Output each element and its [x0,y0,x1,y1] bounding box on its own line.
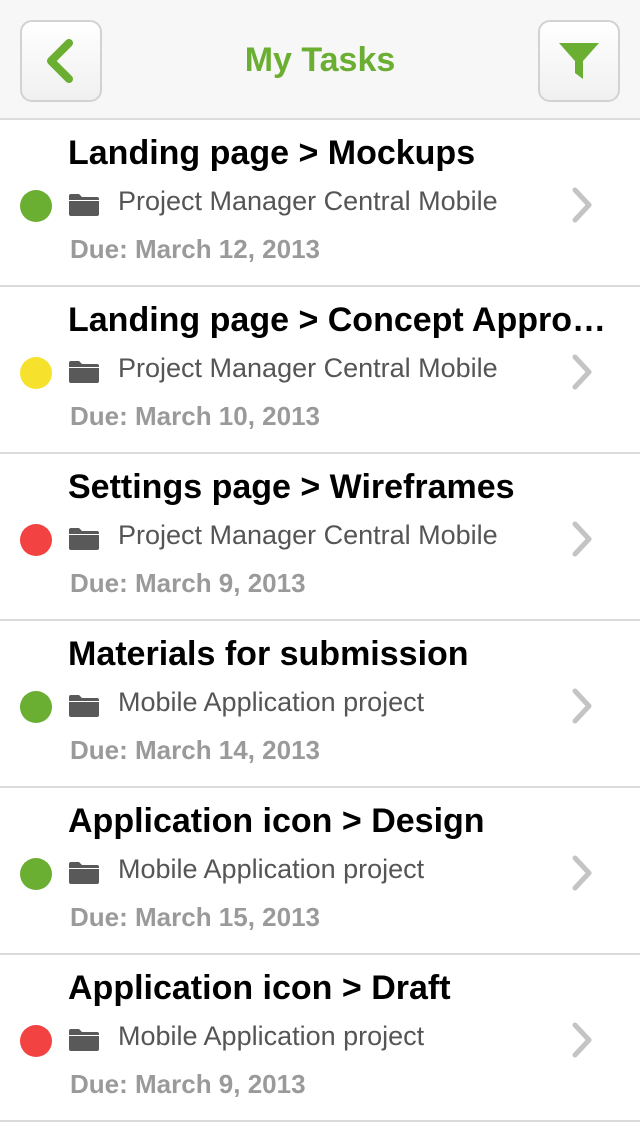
chevron-right-icon [572,1022,592,1058]
folder-icon [69,361,99,383]
task-row[interactable]: Landing page > Concept Approval Project … [0,287,640,454]
status-indicator [20,1025,52,1057]
folder-icon [69,194,99,216]
task-project: Mobile Application project [118,854,425,884]
back-button[interactable] [20,20,102,102]
task-project: Mobile Application project [118,687,425,717]
status-indicator [20,524,52,556]
folder-icon [69,528,99,550]
filter-button[interactable] [538,20,620,102]
folder-icon [69,1029,99,1051]
task-list: Landing page > Mockups Project Manager C… [0,120,640,1122]
chevron-right-icon [572,521,592,557]
navigation-bar: My Tasks [0,0,640,120]
task-title: Landing page > Mockups [68,134,476,172]
task-project: Project Manager Central Mobile [118,353,498,383]
folder-icon [69,862,99,884]
task-due-date: Due: March 14, 2013 [70,735,321,765]
chevron-right-icon [572,855,592,891]
task-due-date: Due: March 9, 2013 [70,1069,306,1099]
task-title: Settings page > Wireframes [68,468,515,506]
task-row[interactable]: Application icon > Design Mobile Applica… [0,788,640,955]
funnel-icon [559,43,599,79]
folder-icon [69,695,99,717]
task-row[interactable]: Landing page > Mockups Project Manager C… [0,120,640,287]
status-indicator [20,357,52,389]
page-title: My Tasks [244,40,396,79]
task-due-date: Due: March 10, 2013 [70,401,321,431]
status-indicator [20,858,52,890]
status-indicator [20,691,52,723]
task-due-date: Due: March 12, 2013 [70,234,321,264]
task-due-date: Due: March 15, 2013 [70,902,321,932]
task-title: Landing page > Concept Approval [68,301,618,339]
task-row[interactable]: Settings page > Wireframes Project Manag… [0,454,640,621]
task-title: Application icon > Draft [68,969,451,1007]
chevron-left-icon [47,39,73,83]
task-project: Mobile Application project [118,1021,425,1051]
status-indicator [20,190,52,222]
task-due-date: Due: March 9, 2013 [70,568,306,598]
task-project: Project Manager Central Mobile [118,186,498,216]
chevron-right-icon [572,187,592,223]
chevron-right-icon [572,354,592,390]
task-project: Project Manager Central Mobile [118,520,498,550]
chevron-right-icon [572,688,592,724]
task-title: Application icon > Design [68,802,485,840]
task-title: Materials for submission [68,635,469,673]
task-row[interactable]: Materials for submission Mobile Applicat… [0,621,640,788]
task-row[interactable]: Application icon > Draft Mobile Applicat… [0,955,640,1122]
